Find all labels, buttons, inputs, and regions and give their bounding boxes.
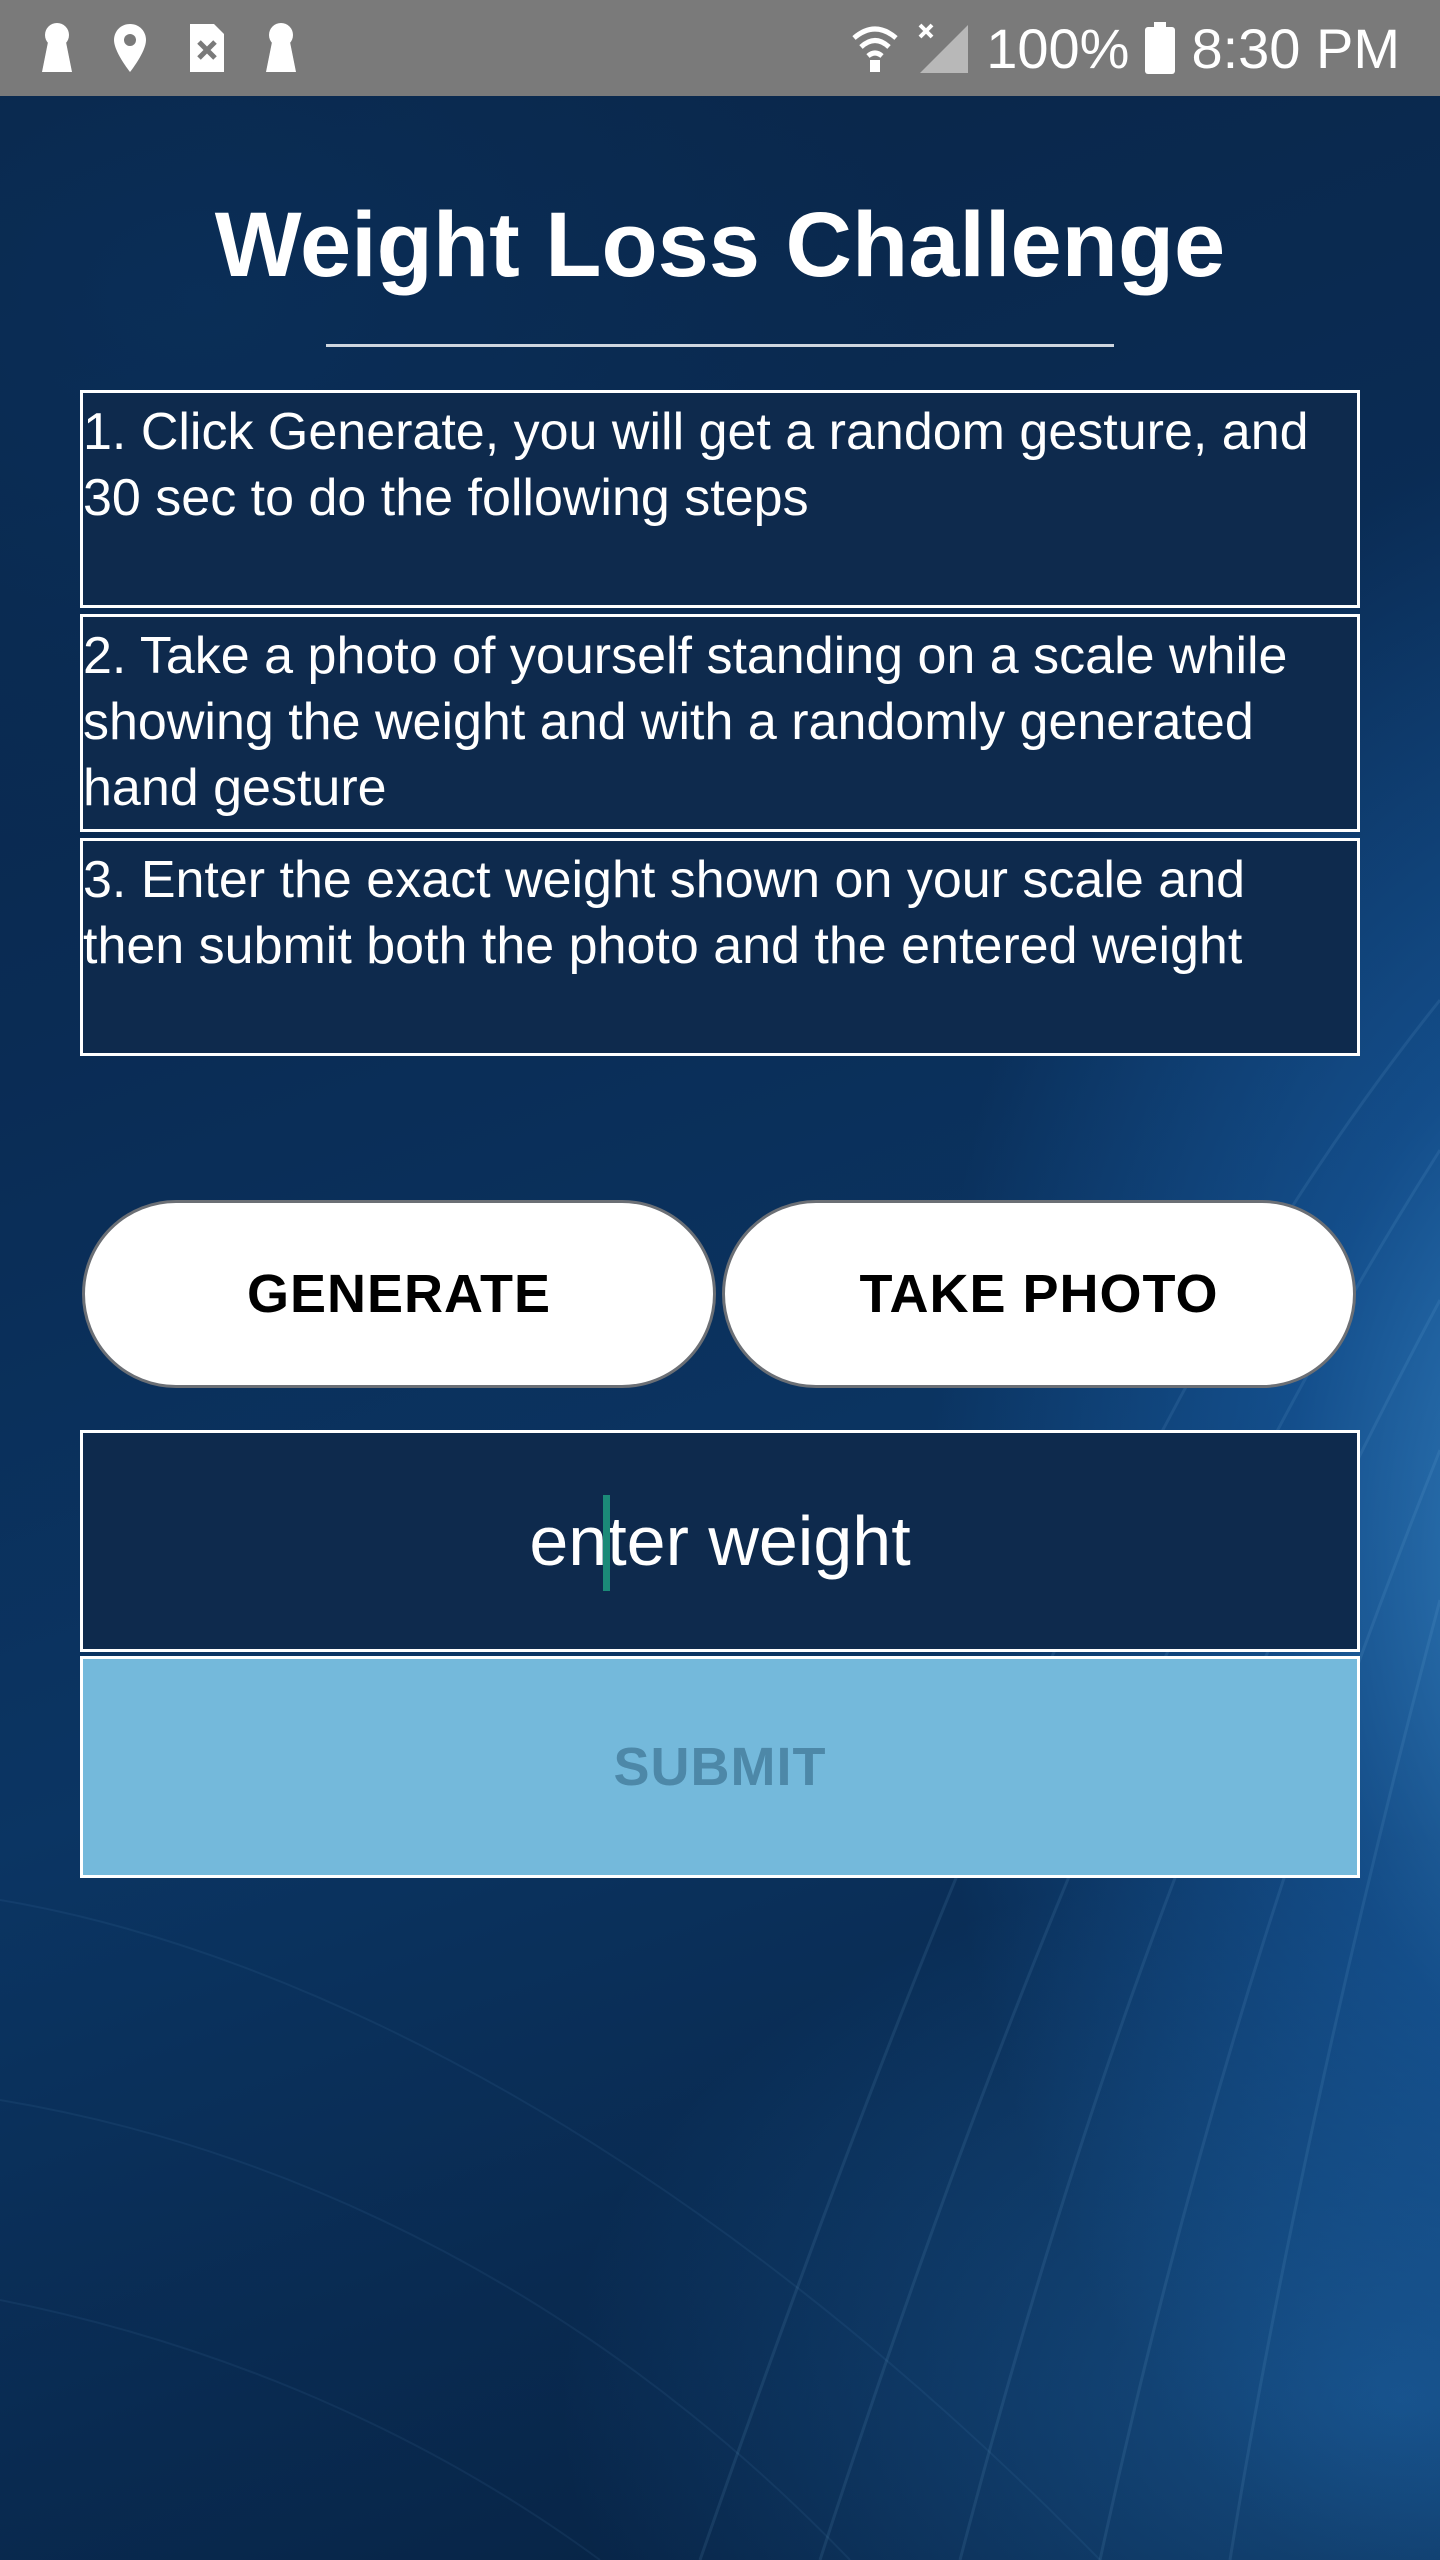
- instruction-step-2: 2. Take a photo of yourself standing on …: [80, 614, 1360, 832]
- instruction-step-3: 3. Enter the exact weight shown on your …: [80, 838, 1360, 1056]
- instruction-step-1: 1. Click Generate, you will get a random…: [80, 390, 1360, 608]
- status-bar-system: 100% 8:30 PM: [850, 16, 1400, 80]
- text-cursor: [603, 1495, 610, 1591]
- weight-field-container[interactable]: [80, 1430, 1360, 1652]
- location-pin-icon: [114, 24, 146, 72]
- battery-icon: [1145, 22, 1176, 74]
- page-title: Weight Loss Challenge: [214, 194, 1226, 296]
- battery-percent: 100%: [986, 16, 1130, 80]
- status-bar: 100% 8:30 PM: [0, 0, 1440, 96]
- keyhole-icon: [266, 23, 296, 72]
- take-photo-button[interactable]: TAKE PHOTO: [722, 1200, 1356, 1388]
- weight-input[interactable]: [118, 1500, 1322, 1582]
- sim-error-icon: [190, 24, 224, 72]
- clock: 8:30 PM: [1191, 16, 1400, 80]
- no-signal-icon: [918, 23, 969, 73]
- generate-button[interactable]: GENERATE: [82, 1200, 716, 1388]
- title-divider: [326, 344, 1114, 347]
- submit-button[interactable]: SUBMIT: [80, 1656, 1360, 1878]
- wifi-icon: [852, 26, 898, 72]
- keyhole-icon: [42, 23, 72, 72]
- status-bar-notifications: [40, 20, 298, 76]
